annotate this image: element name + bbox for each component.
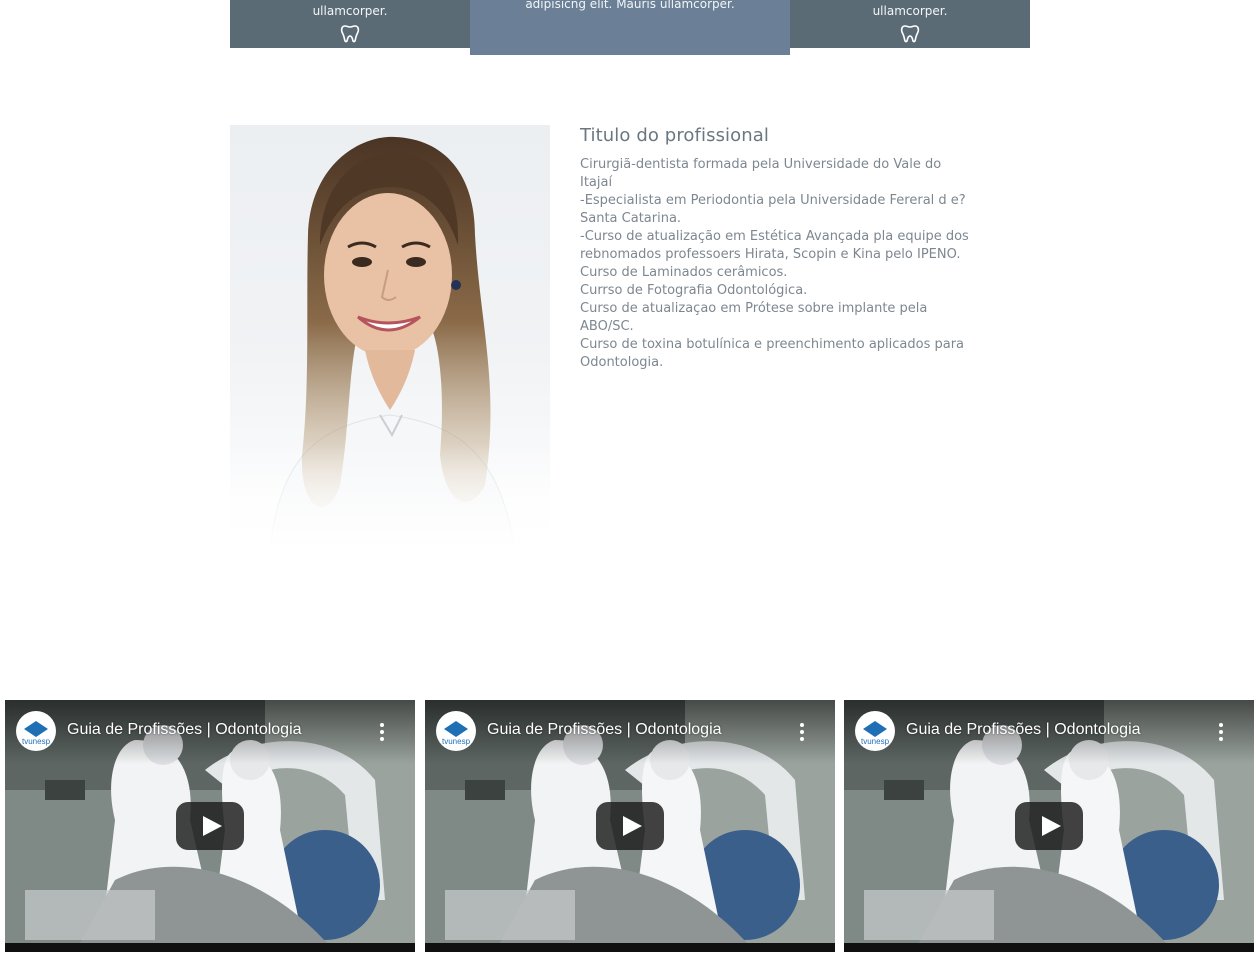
description-line: Cirurgiã-dentista formada pela Universid…: [580, 157, 942, 172]
service-card-text: adipisicng elit. Mauris ullamcorper.: [525, 0, 735, 11]
svg-text:tvunesp: tvunesp: [861, 737, 890, 746]
video-bottom-bar: [5, 943, 415, 952]
video-bottom-bar: [844, 943, 1254, 952]
description-line: -Especialista em Periodontia pela Univer…: [580, 193, 966, 208]
channel-logo-icon[interactable]: tvunesp: [855, 711, 895, 751]
video-title[interactable]: Guia de Profissões | Odontologia: [906, 721, 1141, 739]
services-cards: ullamcorper. adipisicng elit. Mauris ull…: [230, 0, 1030, 56]
channel-logo-icon[interactable]: tvunesp: [436, 711, 476, 751]
service-card-left[interactable]: ullamcorper.: [230, 0, 470, 48]
service-card-middle[interactable]: adipisicng elit. Mauris ullamcorper.: [470, 0, 790, 55]
professional-photo: [230, 125, 550, 550]
service-card-right[interactable]: ullamcorper.: [790, 0, 1030, 48]
description-line: Curso de atualizaçao em Prótese sobre im…: [580, 301, 928, 316]
description-line: Santa Catarina.: [580, 211, 682, 226]
play-button-icon[interactable]: [1015, 802, 1083, 850]
description-line: Odontologia.: [580, 355, 664, 370]
professional-description: Cirurgiã-dentista formada pela Universid…: [580, 156, 1000, 372]
professional-title: Titulo do profissional: [580, 125, 769, 146]
svg-text:tvunesp: tvunesp: [442, 737, 471, 746]
description-line: -Curso de atualização em Estética Avança…: [580, 229, 969, 244]
more-options-icon[interactable]: [1218, 722, 1224, 742]
video-bottom-bar: [425, 943, 835, 952]
play-button-icon[interactable]: [176, 802, 244, 850]
more-options-icon[interactable]: [379, 722, 385, 742]
video-title[interactable]: Guia de Profissões | Odontologia: [67, 721, 302, 739]
description-line: Itajaí: [580, 175, 613, 190]
play-button-icon[interactable]: [596, 802, 664, 850]
tooth-icon: [340, 25, 360, 43]
video-embed[interactable]: tvunesp Guia de Profissões | Odontologia: [5, 700, 415, 952]
service-card-text: ullamcorper.: [872, 4, 948, 18]
description-line: ABO/SC.: [580, 319, 634, 334]
service-card-text: ullamcorper.: [312, 4, 388, 18]
video-embed[interactable]: tvunesp Guia de Profissões | Odontologia: [844, 700, 1254, 952]
description-line: rebnomados professoers Hirata, Scopin e …: [580, 247, 961, 262]
video-title[interactable]: Guia de Profissões | Odontologia: [487, 721, 722, 739]
video-embed[interactable]: tvunesp Guia de Profissões | Odontologia: [425, 700, 835, 952]
channel-logo-icon[interactable]: tvunesp: [16, 711, 56, 751]
tooth-icon: [900, 25, 920, 43]
description-line: Curso de toxina botulínica e preenchimen…: [580, 337, 965, 352]
description-line: Currso de Fotografia Odontológica.: [580, 283, 808, 298]
more-options-icon[interactable]: [799, 722, 805, 742]
description-line: Curso de Laminados cerâmicos.: [580, 265, 788, 280]
svg-text:tvunesp: tvunesp: [22, 737, 51, 746]
